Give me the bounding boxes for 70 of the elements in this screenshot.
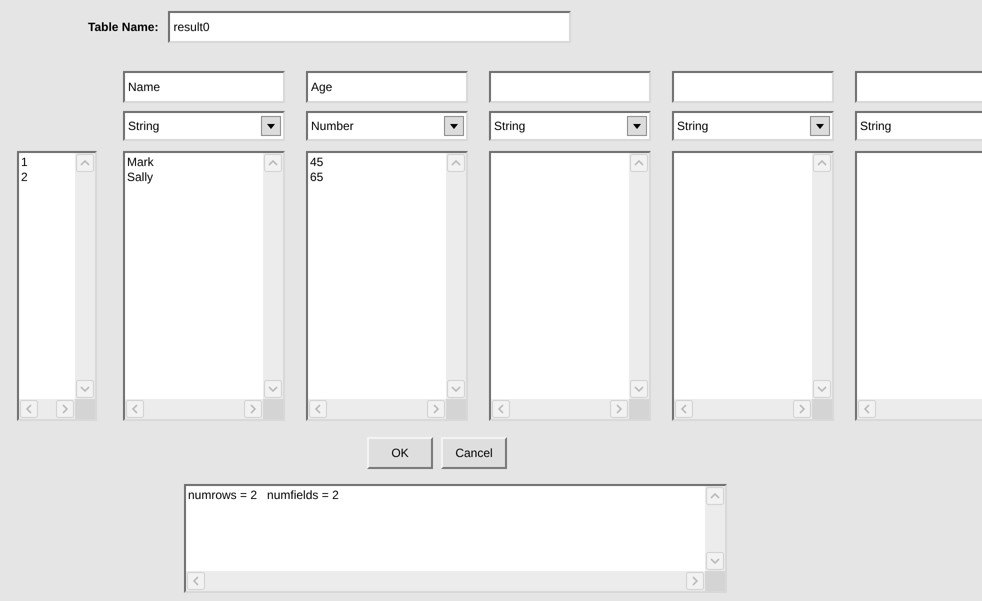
column-values-list[interactable]: 45 65 bbox=[306, 151, 468, 421]
list-item[interactable]: 45 bbox=[310, 155, 444, 170]
vertical-scrollbar[interactable] bbox=[263, 153, 283, 399]
scroll-down-button[interactable] bbox=[705, 551, 725, 571]
scroll-left-button[interactable] bbox=[19, 399, 39, 419]
vertical-scrollbar[interactable] bbox=[446, 153, 466, 399]
type-dropdown[interactable]: Number bbox=[306, 111, 468, 141]
scrollbar-corner bbox=[629, 399, 649, 419]
output-text: numrows = 2 numfields = 2 bbox=[188, 488, 340, 503]
list-item[interactable]: Mark bbox=[127, 155, 261, 170]
type-dropdown[interactable]: String bbox=[855, 111, 982, 141]
scroll-up-button[interactable] bbox=[705, 486, 725, 506]
scroll-left-button[interactable] bbox=[674, 399, 694, 419]
type-dropdown[interactable]: String bbox=[123, 111, 285, 141]
column-name-field[interactable] bbox=[855, 71, 982, 103]
scroll-up-button[interactable] bbox=[263, 153, 283, 173]
column-name-field[interactable]: Age bbox=[306, 71, 468, 103]
scroll-left-button[interactable] bbox=[308, 399, 328, 419]
vertical-scrollbar[interactable] bbox=[705, 486, 725, 571]
row-number: 1 bbox=[21, 155, 29, 170]
horizontal-scrollbar[interactable] bbox=[491, 399, 629, 419]
scroll-up-button[interactable] bbox=[75, 153, 95, 173]
scroll-right-button[interactable] bbox=[792, 399, 812, 419]
horizontal-scrollbar[interactable] bbox=[674, 399, 812, 419]
horizontal-scrollbar[interactable] bbox=[125, 399, 263, 419]
horizontal-scrollbar[interactable] bbox=[308, 399, 446, 419]
cancel-button[interactable]: Cancel bbox=[441, 437, 507, 469]
vertical-scrollbar[interactable] bbox=[629, 153, 649, 399]
scroll-down-button[interactable] bbox=[446, 379, 466, 399]
table-name-field[interactable]: result0 bbox=[168, 11, 572, 43]
ok-button[interactable]: OK bbox=[367, 437, 433, 469]
column-values-list[interactable] bbox=[855, 151, 982, 421]
column-values-list[interactable]: Mark Sally bbox=[123, 151, 285, 421]
list-item[interactable]: 65 bbox=[310, 170, 444, 185]
scroll-down-button[interactable] bbox=[75, 379, 95, 399]
output-area[interactable]: numrows = 2 numfields = 2 bbox=[184, 484, 727, 593]
row-number: 2 bbox=[21, 170, 29, 185]
horizontal-scrollbar[interactable] bbox=[857, 399, 982, 419]
scrollbar-corner bbox=[705, 571, 725, 591]
scroll-down-button[interactable] bbox=[629, 379, 649, 399]
scroll-left-button[interactable] bbox=[186, 571, 206, 591]
column-name-field[interactable]: Name bbox=[123, 71, 285, 103]
scroll-right-button[interactable] bbox=[243, 399, 263, 419]
list-item[interactable]: Sally bbox=[127, 170, 261, 185]
column-name-field[interactable] bbox=[489, 71, 651, 103]
scrollbar-corner bbox=[812, 399, 832, 419]
scroll-up-button[interactable] bbox=[629, 153, 649, 173]
scroll-up-button[interactable] bbox=[812, 153, 832, 173]
scroll-down-button[interactable] bbox=[812, 379, 832, 399]
scrollbar-corner bbox=[75, 399, 95, 419]
type-dropdown[interactable]: String bbox=[672, 111, 834, 141]
scrollbar-corner bbox=[263, 399, 283, 419]
scroll-right-button[interactable] bbox=[55, 399, 75, 419]
table-name-label: Table Name: bbox=[88, 20, 158, 34]
scroll-left-button[interactable] bbox=[125, 399, 145, 419]
scroll-down-button[interactable] bbox=[263, 379, 283, 399]
scrollbar-corner bbox=[446, 399, 466, 419]
type-dropdown[interactable]: String bbox=[489, 111, 651, 141]
vertical-scrollbar[interactable] bbox=[75, 153, 95, 399]
row-number-list[interactable]: 1 2 bbox=[17, 151, 97, 421]
scroll-right-button[interactable] bbox=[609, 399, 629, 419]
scroll-left-button[interactable] bbox=[491, 399, 511, 419]
scroll-right-button[interactable] bbox=[685, 571, 705, 591]
vertical-scrollbar[interactable] bbox=[812, 153, 832, 399]
scroll-left-button[interactable] bbox=[857, 399, 877, 419]
column-name-field[interactable] bbox=[672, 71, 834, 103]
scroll-right-button[interactable] bbox=[426, 399, 446, 419]
scroll-up-button[interactable] bbox=[446, 153, 466, 173]
horizontal-scrollbar[interactable] bbox=[186, 571, 705, 591]
horizontal-scrollbar[interactable] bbox=[19, 399, 75, 419]
